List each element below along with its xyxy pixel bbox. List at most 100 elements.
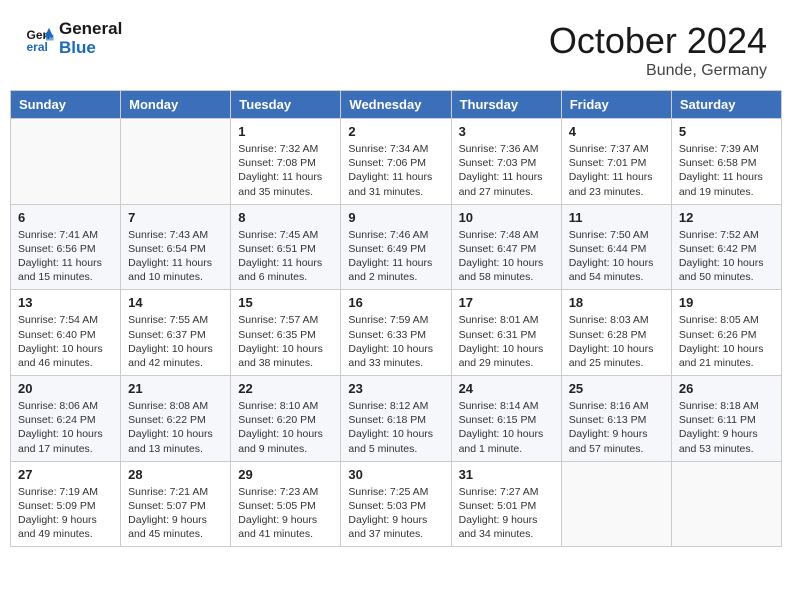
page-header: Gen eral General Blue October 2024 Bunde…	[10, 10, 782, 85]
daylight-text: Daylight: 10 hours and 58 minutes.	[459, 256, 554, 284]
sunrise-text: Sunrise: 7:48 AM	[459, 228, 554, 242]
sunset-text: Sunset: 6:22 PM	[128, 413, 223, 427]
sunrise-text: Sunrise: 7:25 AM	[348, 485, 443, 499]
sunrise-text: Sunrise: 8:05 AM	[679, 313, 774, 327]
daylight-text: Daylight: 9 hours and 45 minutes.	[128, 513, 223, 541]
cell-info: Sunrise: 7:55 AMSunset: 6:37 PMDaylight:…	[128, 313, 223, 370]
day-number: 29	[238, 467, 333, 482]
day-number: 13	[18, 295, 113, 310]
day-number: 30	[348, 467, 443, 482]
calendar-cell	[121, 119, 231, 205]
calendar-cell: 8Sunrise: 7:45 AMSunset: 6:51 PMDaylight…	[231, 204, 341, 290]
logo-icon: Gen eral	[25, 24, 55, 54]
daylight-text: Daylight: 10 hours and 1 minute.	[459, 427, 554, 455]
daylight-text: Daylight: 10 hours and 46 minutes.	[18, 342, 113, 370]
sunset-text: Sunset: 6:37 PM	[128, 328, 223, 342]
sunset-text: Sunset: 6:26 PM	[679, 328, 774, 342]
sunrise-text: Sunrise: 7:45 AM	[238, 228, 333, 242]
cell-info: Sunrise: 7:50 AMSunset: 6:44 PMDaylight:…	[569, 228, 664, 285]
daylight-text: Daylight: 11 hours and 19 minutes.	[679, 170, 774, 198]
day-number: 6	[18, 210, 113, 225]
sunrise-text: Sunrise: 7:59 AM	[348, 313, 443, 327]
sunrise-text: Sunrise: 7:32 AM	[238, 142, 333, 156]
weekday-header: Saturday	[671, 91, 781, 119]
cell-info: Sunrise: 8:18 AMSunset: 6:11 PMDaylight:…	[679, 399, 774, 456]
day-number: 8	[238, 210, 333, 225]
day-number: 12	[679, 210, 774, 225]
day-number: 31	[459, 467, 554, 482]
daylight-text: Daylight: 11 hours and 10 minutes.	[128, 256, 223, 284]
calendar-cell	[561, 461, 671, 547]
sunrise-text: Sunrise: 8:18 AM	[679, 399, 774, 413]
daylight-text: Daylight: 9 hours and 57 minutes.	[569, 427, 664, 455]
sunset-text: Sunset: 6:15 PM	[459, 413, 554, 427]
sunset-text: Sunset: 5:01 PM	[459, 499, 554, 513]
sunrise-text: Sunrise: 7:23 AM	[238, 485, 333, 499]
cell-info: Sunrise: 7:21 AMSunset: 5:07 PMDaylight:…	[128, 485, 223, 542]
weekday-header: Sunday	[11, 91, 121, 119]
daylight-text: Daylight: 9 hours and 41 minutes.	[238, 513, 333, 541]
cell-info: Sunrise: 7:41 AMSunset: 6:56 PMDaylight:…	[18, 228, 113, 285]
daylight-text: Daylight: 10 hours and 13 minutes.	[128, 427, 223, 455]
sunrise-text: Sunrise: 8:08 AM	[128, 399, 223, 413]
sunset-text: Sunset: 6:11 PM	[679, 413, 774, 427]
calendar-week-row: 27Sunrise: 7:19 AMSunset: 5:09 PMDayligh…	[11, 461, 782, 547]
day-number: 19	[679, 295, 774, 310]
calendar-cell: 2Sunrise: 7:34 AMSunset: 7:06 PMDaylight…	[341, 119, 451, 205]
daylight-text: Daylight: 9 hours and 53 minutes.	[679, 427, 774, 455]
weekday-header: Monday	[121, 91, 231, 119]
sunrise-text: Sunrise: 7:54 AM	[18, 313, 113, 327]
daylight-text: Daylight: 11 hours and 2 minutes.	[348, 256, 443, 284]
sunset-text: Sunset: 6:13 PM	[569, 413, 664, 427]
cell-info: Sunrise: 8:05 AMSunset: 6:26 PMDaylight:…	[679, 313, 774, 370]
cell-info: Sunrise: 7:59 AMSunset: 6:33 PMDaylight:…	[348, 313, 443, 370]
calendar-cell: 7Sunrise: 7:43 AMSunset: 6:54 PMDaylight…	[121, 204, 231, 290]
cell-info: Sunrise: 7:19 AMSunset: 5:09 PMDaylight:…	[18, 485, 113, 542]
sunrise-text: Sunrise: 8:16 AM	[569, 399, 664, 413]
sunset-text: Sunset: 6:35 PM	[238, 328, 333, 342]
day-number: 14	[128, 295, 223, 310]
sunset-text: Sunset: 6:24 PM	[18, 413, 113, 427]
calendar-cell	[671, 461, 781, 547]
calendar-cell: 31Sunrise: 7:27 AMSunset: 5:01 PMDayligh…	[451, 461, 561, 547]
sunrise-text: Sunrise: 7:39 AM	[679, 142, 774, 156]
cell-info: Sunrise: 7:54 AMSunset: 6:40 PMDaylight:…	[18, 313, 113, 370]
daylight-text: Daylight: 10 hours and 17 minutes.	[18, 427, 113, 455]
cell-info: Sunrise: 8:08 AMSunset: 6:22 PMDaylight:…	[128, 399, 223, 456]
daylight-text: Daylight: 9 hours and 49 minutes.	[18, 513, 113, 541]
daylight-text: Daylight: 10 hours and 54 minutes.	[569, 256, 664, 284]
sunset-text: Sunset: 6:20 PM	[238, 413, 333, 427]
sunrise-text: Sunrise: 7:37 AM	[569, 142, 664, 156]
sunrise-text: Sunrise: 7:43 AM	[128, 228, 223, 242]
cell-info: Sunrise: 8:10 AMSunset: 6:20 PMDaylight:…	[238, 399, 333, 456]
sunrise-text: Sunrise: 7:21 AM	[128, 485, 223, 499]
day-number: 25	[569, 381, 664, 396]
sunrise-text: Sunrise: 8:01 AM	[459, 313, 554, 327]
calendar-cell: 10Sunrise: 7:48 AMSunset: 6:47 PMDayligh…	[451, 204, 561, 290]
calendar-cell: 29Sunrise: 7:23 AMSunset: 5:05 PMDayligh…	[231, 461, 341, 547]
sunset-text: Sunset: 6:40 PM	[18, 328, 113, 342]
svg-text:eral: eral	[27, 40, 48, 54]
weekday-header: Thursday	[451, 91, 561, 119]
cell-info: Sunrise: 7:52 AMSunset: 6:42 PMDaylight:…	[679, 228, 774, 285]
cell-info: Sunrise: 7:25 AMSunset: 5:03 PMDaylight:…	[348, 485, 443, 542]
daylight-text: Daylight: 11 hours and 23 minutes.	[569, 170, 664, 198]
day-number: 9	[348, 210, 443, 225]
cell-info: Sunrise: 7:36 AMSunset: 7:03 PMDaylight:…	[459, 142, 554, 199]
calendar-week-row: 20Sunrise: 8:06 AMSunset: 6:24 PMDayligh…	[11, 376, 782, 462]
day-number: 23	[348, 381, 443, 396]
day-number: 24	[459, 381, 554, 396]
sunset-text: Sunset: 6:54 PM	[128, 242, 223, 256]
calendar: SundayMondayTuesdayWednesdayThursdayFrid…	[10, 90, 782, 547]
cell-info: Sunrise: 8:16 AMSunset: 6:13 PMDaylight:…	[569, 399, 664, 456]
calendar-cell: 24Sunrise: 8:14 AMSunset: 6:15 PMDayligh…	[451, 376, 561, 462]
location: Bunde, Germany	[549, 62, 767, 80]
daylight-text: Daylight: 10 hours and 42 minutes.	[128, 342, 223, 370]
sunset-text: Sunset: 6:28 PM	[569, 328, 664, 342]
daylight-text: Daylight: 10 hours and 25 minutes.	[569, 342, 664, 370]
calendar-cell: 6 Sunrise: 7:41 AMSunset: 6:56 PMDaylight…	[11, 204, 121, 290]
day-number: 22	[238, 381, 333, 396]
daylight-text: Daylight: 10 hours and 33 minutes.	[348, 342, 443, 370]
day-number: 17	[459, 295, 554, 310]
day-number: 20	[18, 381, 113, 396]
